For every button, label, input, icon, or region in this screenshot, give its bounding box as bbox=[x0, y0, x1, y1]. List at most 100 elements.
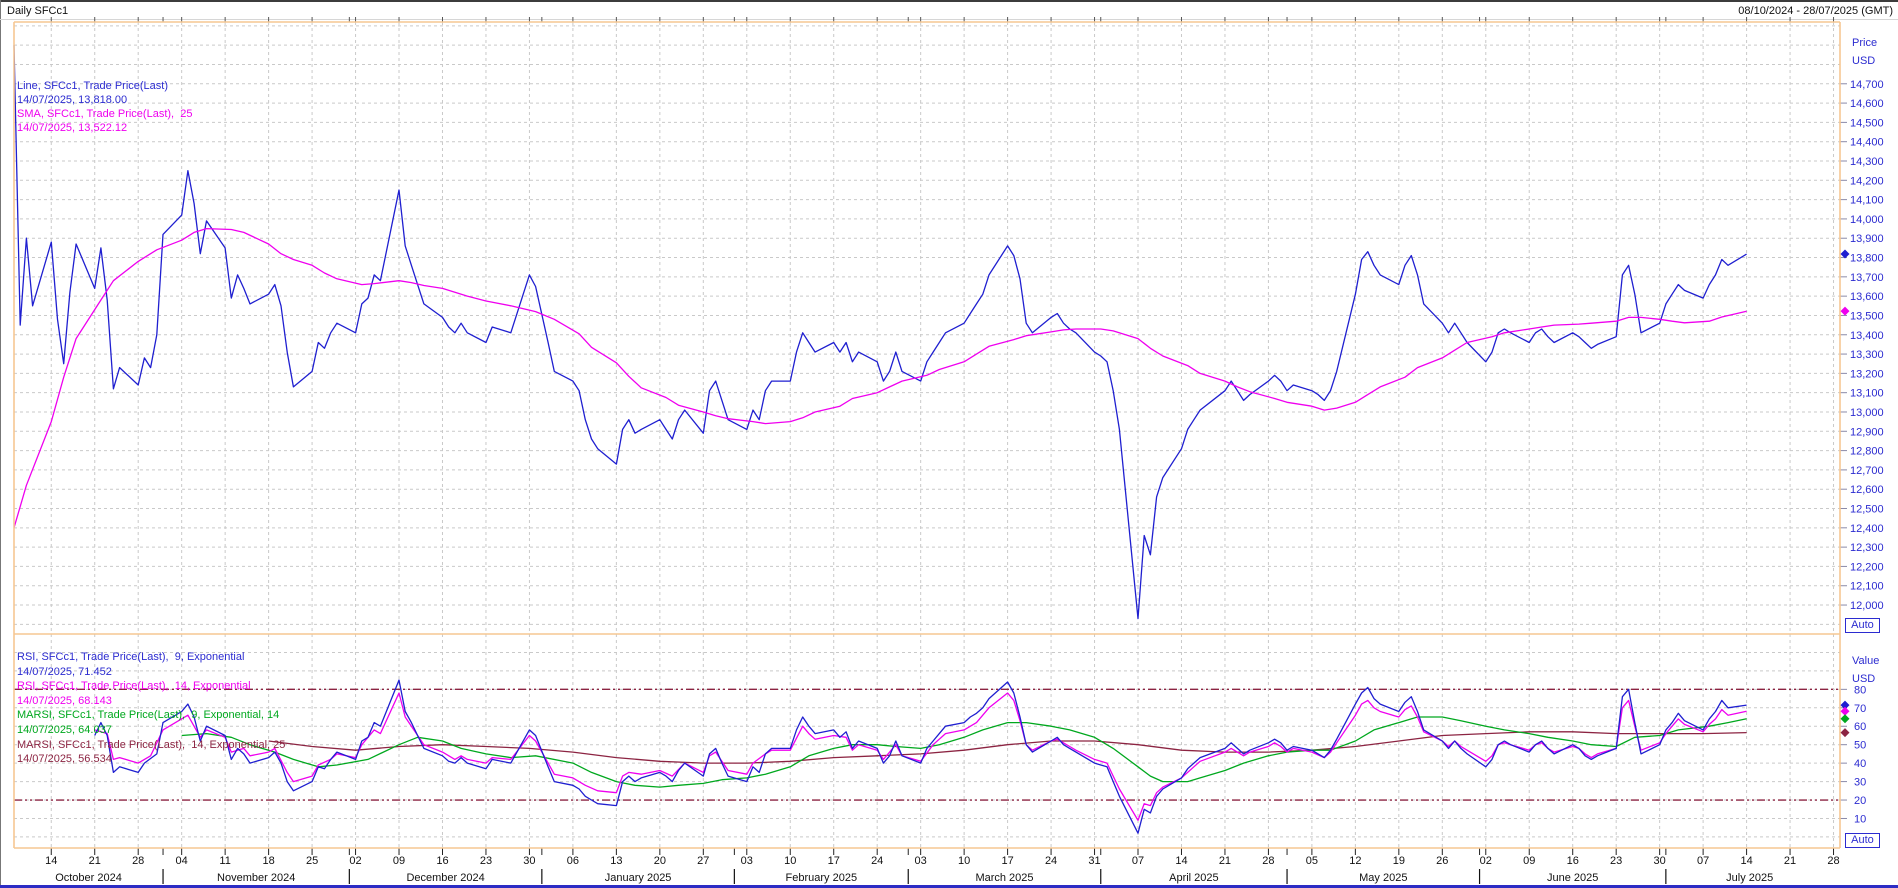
x-day-label: 04 bbox=[176, 855, 188, 867]
price-axis-auto-button[interactable]: Auto bbox=[1845, 618, 1880, 633]
price-plot-area[interactable] bbox=[14, 22, 1840, 634]
x-day-label: 19 bbox=[1393, 855, 1405, 867]
x-day-label: 30 bbox=[523, 855, 535, 867]
x-day-label: 23 bbox=[480, 855, 492, 867]
price-tick-label: 12,300 bbox=[1850, 542, 1884, 554]
x-month-label: March 2025 bbox=[975, 872, 1033, 884]
x-day-label: 27 bbox=[697, 855, 709, 867]
x-day-label: 17 bbox=[828, 855, 840, 867]
legend-line: SMA, SFCc1, Trade Price(Last), 25 bbox=[17, 107, 192, 121]
legend-line: MARSI, SFCc1, Trade Price(Last), 14, Exp… bbox=[17, 738, 285, 753]
x-day-label: 03 bbox=[915, 855, 927, 867]
price-axis-labels: 14,70014,60014,50014,40014,30014,20014,1… bbox=[1840, 37, 1884, 612]
x-day-label: 18 bbox=[262, 855, 274, 867]
price-tick-label: 13,200 bbox=[1850, 368, 1884, 380]
x-day-label: 14 bbox=[1740, 855, 1752, 867]
value-tick-label: 20 bbox=[1854, 795, 1866, 807]
price-tick-label: 14,100 bbox=[1850, 195, 1884, 207]
price-legend: Line, SFCc1, Trade Price(Last)14/07/2025… bbox=[17, 79, 192, 135]
value-tick-label: 40 bbox=[1854, 758, 1866, 770]
price-tick-label: 13,700 bbox=[1850, 272, 1884, 284]
price-axis-title: Price bbox=[1852, 37, 1877, 49]
price-axis-title: USD bbox=[1852, 55, 1875, 67]
price-tick-label: 14,600 bbox=[1850, 98, 1884, 110]
x-day-label: 24 bbox=[1045, 855, 1057, 867]
x-day-label: 21 bbox=[1784, 855, 1796, 867]
value-axis-auto-button[interactable]: Auto bbox=[1845, 833, 1880, 848]
legend-line: 14/07/2025, 71.452 bbox=[17, 665, 285, 680]
legend-line: 14/07/2025, 68.143 bbox=[17, 694, 285, 709]
x-day-label: 11 bbox=[219, 855, 230, 867]
x-day-label: 09 bbox=[1523, 855, 1535, 867]
value-tick-label: 10 bbox=[1854, 813, 1866, 825]
x-day-label: 13 bbox=[610, 855, 622, 867]
price-tick-label: 14,700 bbox=[1850, 79, 1884, 91]
x-day-label: 09 bbox=[393, 855, 405, 867]
x-day-label: 12 bbox=[1349, 855, 1361, 867]
legend-line: 14/07/2025, 13,818.00 bbox=[17, 93, 192, 107]
price-tick-label: 13,000 bbox=[1850, 407, 1884, 419]
x-day-label: 16 bbox=[436, 855, 448, 867]
x-day-label: 14 bbox=[45, 855, 57, 867]
x-day-label: 06 bbox=[567, 855, 579, 867]
x-day-label: 16 bbox=[1567, 855, 1579, 867]
rsi-legend: RSI, SFCc1, Trade Price(Last), 9, Expone… bbox=[17, 650, 285, 767]
x-day-label: 24 bbox=[871, 855, 883, 867]
value-axis-labels: 8070605040302010ValueUSD bbox=[1840, 655, 1879, 825]
price-tick-label: 12,900 bbox=[1850, 426, 1884, 438]
price-tick-label: 12,000 bbox=[1850, 600, 1884, 612]
x-day-label: 28 bbox=[1262, 855, 1274, 867]
x-day-label: 07 bbox=[1132, 855, 1144, 867]
price-tick-label: 14,500 bbox=[1850, 117, 1884, 129]
price-tick-label: 13,800 bbox=[1850, 253, 1884, 265]
last-value-markers bbox=[1841, 250, 1850, 738]
x-month-label: January 2025 bbox=[605, 872, 672, 884]
legend-line: RSI, SFCc1, Trade Price(Last), 9, Expone… bbox=[17, 650, 285, 665]
price-tick-label: 14,300 bbox=[1850, 156, 1884, 168]
x-day-label: 26 bbox=[1436, 855, 1448, 867]
price-tick-label: 14,000 bbox=[1850, 214, 1884, 226]
value-tick-label: 60 bbox=[1854, 721, 1866, 733]
price-tick-label: 13,600 bbox=[1850, 291, 1884, 303]
legend-line: 14/07/2025, 13,522.12 bbox=[17, 121, 192, 135]
x-day-label: 14 bbox=[1175, 855, 1187, 867]
value-tick-label: 80 bbox=[1854, 684, 1866, 696]
x-day-label: 23 bbox=[1610, 855, 1622, 867]
value-tick-label: 70 bbox=[1854, 703, 1866, 715]
x-axis: 1421280411182502091623300613202703101724… bbox=[45, 855, 1840, 884]
price-tick-label: 13,500 bbox=[1850, 310, 1884, 322]
plot-areas bbox=[14, 22, 1840, 848]
price-tick-label: 12,700 bbox=[1850, 465, 1884, 477]
last-value-marker bbox=[1841, 714, 1850, 723]
x-day-label: 03 bbox=[741, 855, 753, 867]
legend-line: RSI, SFCc1, Trade Price(Last), 14, Expon… bbox=[17, 679, 285, 694]
x-day-label: 02 bbox=[1480, 855, 1492, 867]
value-axis-title: USD bbox=[1852, 673, 1875, 685]
x-month-label: December 2024 bbox=[406, 872, 484, 884]
x-day-label: 10 bbox=[958, 855, 970, 867]
price-tick-label: 14,400 bbox=[1850, 137, 1884, 149]
x-month-label: October 2024 bbox=[55, 872, 122, 884]
x-day-label: 25 bbox=[306, 855, 318, 867]
legend-line: Line, SFCc1, Trade Price(Last) bbox=[17, 79, 192, 93]
x-day-label: 10 bbox=[784, 855, 796, 867]
legend-line: 14/07/2025, 56.534 bbox=[17, 752, 285, 767]
price-tick-label: 12,500 bbox=[1850, 504, 1884, 516]
x-day-label: 02 bbox=[349, 855, 361, 867]
price-tick-label: 13,300 bbox=[1850, 349, 1884, 361]
rsi-plot-area[interactable] bbox=[14, 634, 1840, 848]
x-day-label: 07 bbox=[1697, 855, 1709, 867]
x-day-label: 31 bbox=[1088, 855, 1100, 867]
x-month-label: February 2025 bbox=[786, 872, 858, 884]
x-month-label: June 2025 bbox=[1547, 872, 1598, 884]
x-day-label: 30 bbox=[1654, 855, 1666, 867]
last-value-marker bbox=[1841, 307, 1850, 316]
x-month-label: May 2025 bbox=[1359, 872, 1407, 884]
price-tick-label: 13,900 bbox=[1850, 233, 1884, 245]
x-month-label: April 2025 bbox=[1169, 872, 1219, 884]
x-day-label: 21 bbox=[89, 855, 101, 867]
x-month-label: November 2024 bbox=[217, 872, 295, 884]
price-tick-label: 13,400 bbox=[1850, 330, 1884, 342]
x-day-label: 21 bbox=[1219, 855, 1231, 867]
price-tick-label: 12,200 bbox=[1850, 561, 1884, 573]
